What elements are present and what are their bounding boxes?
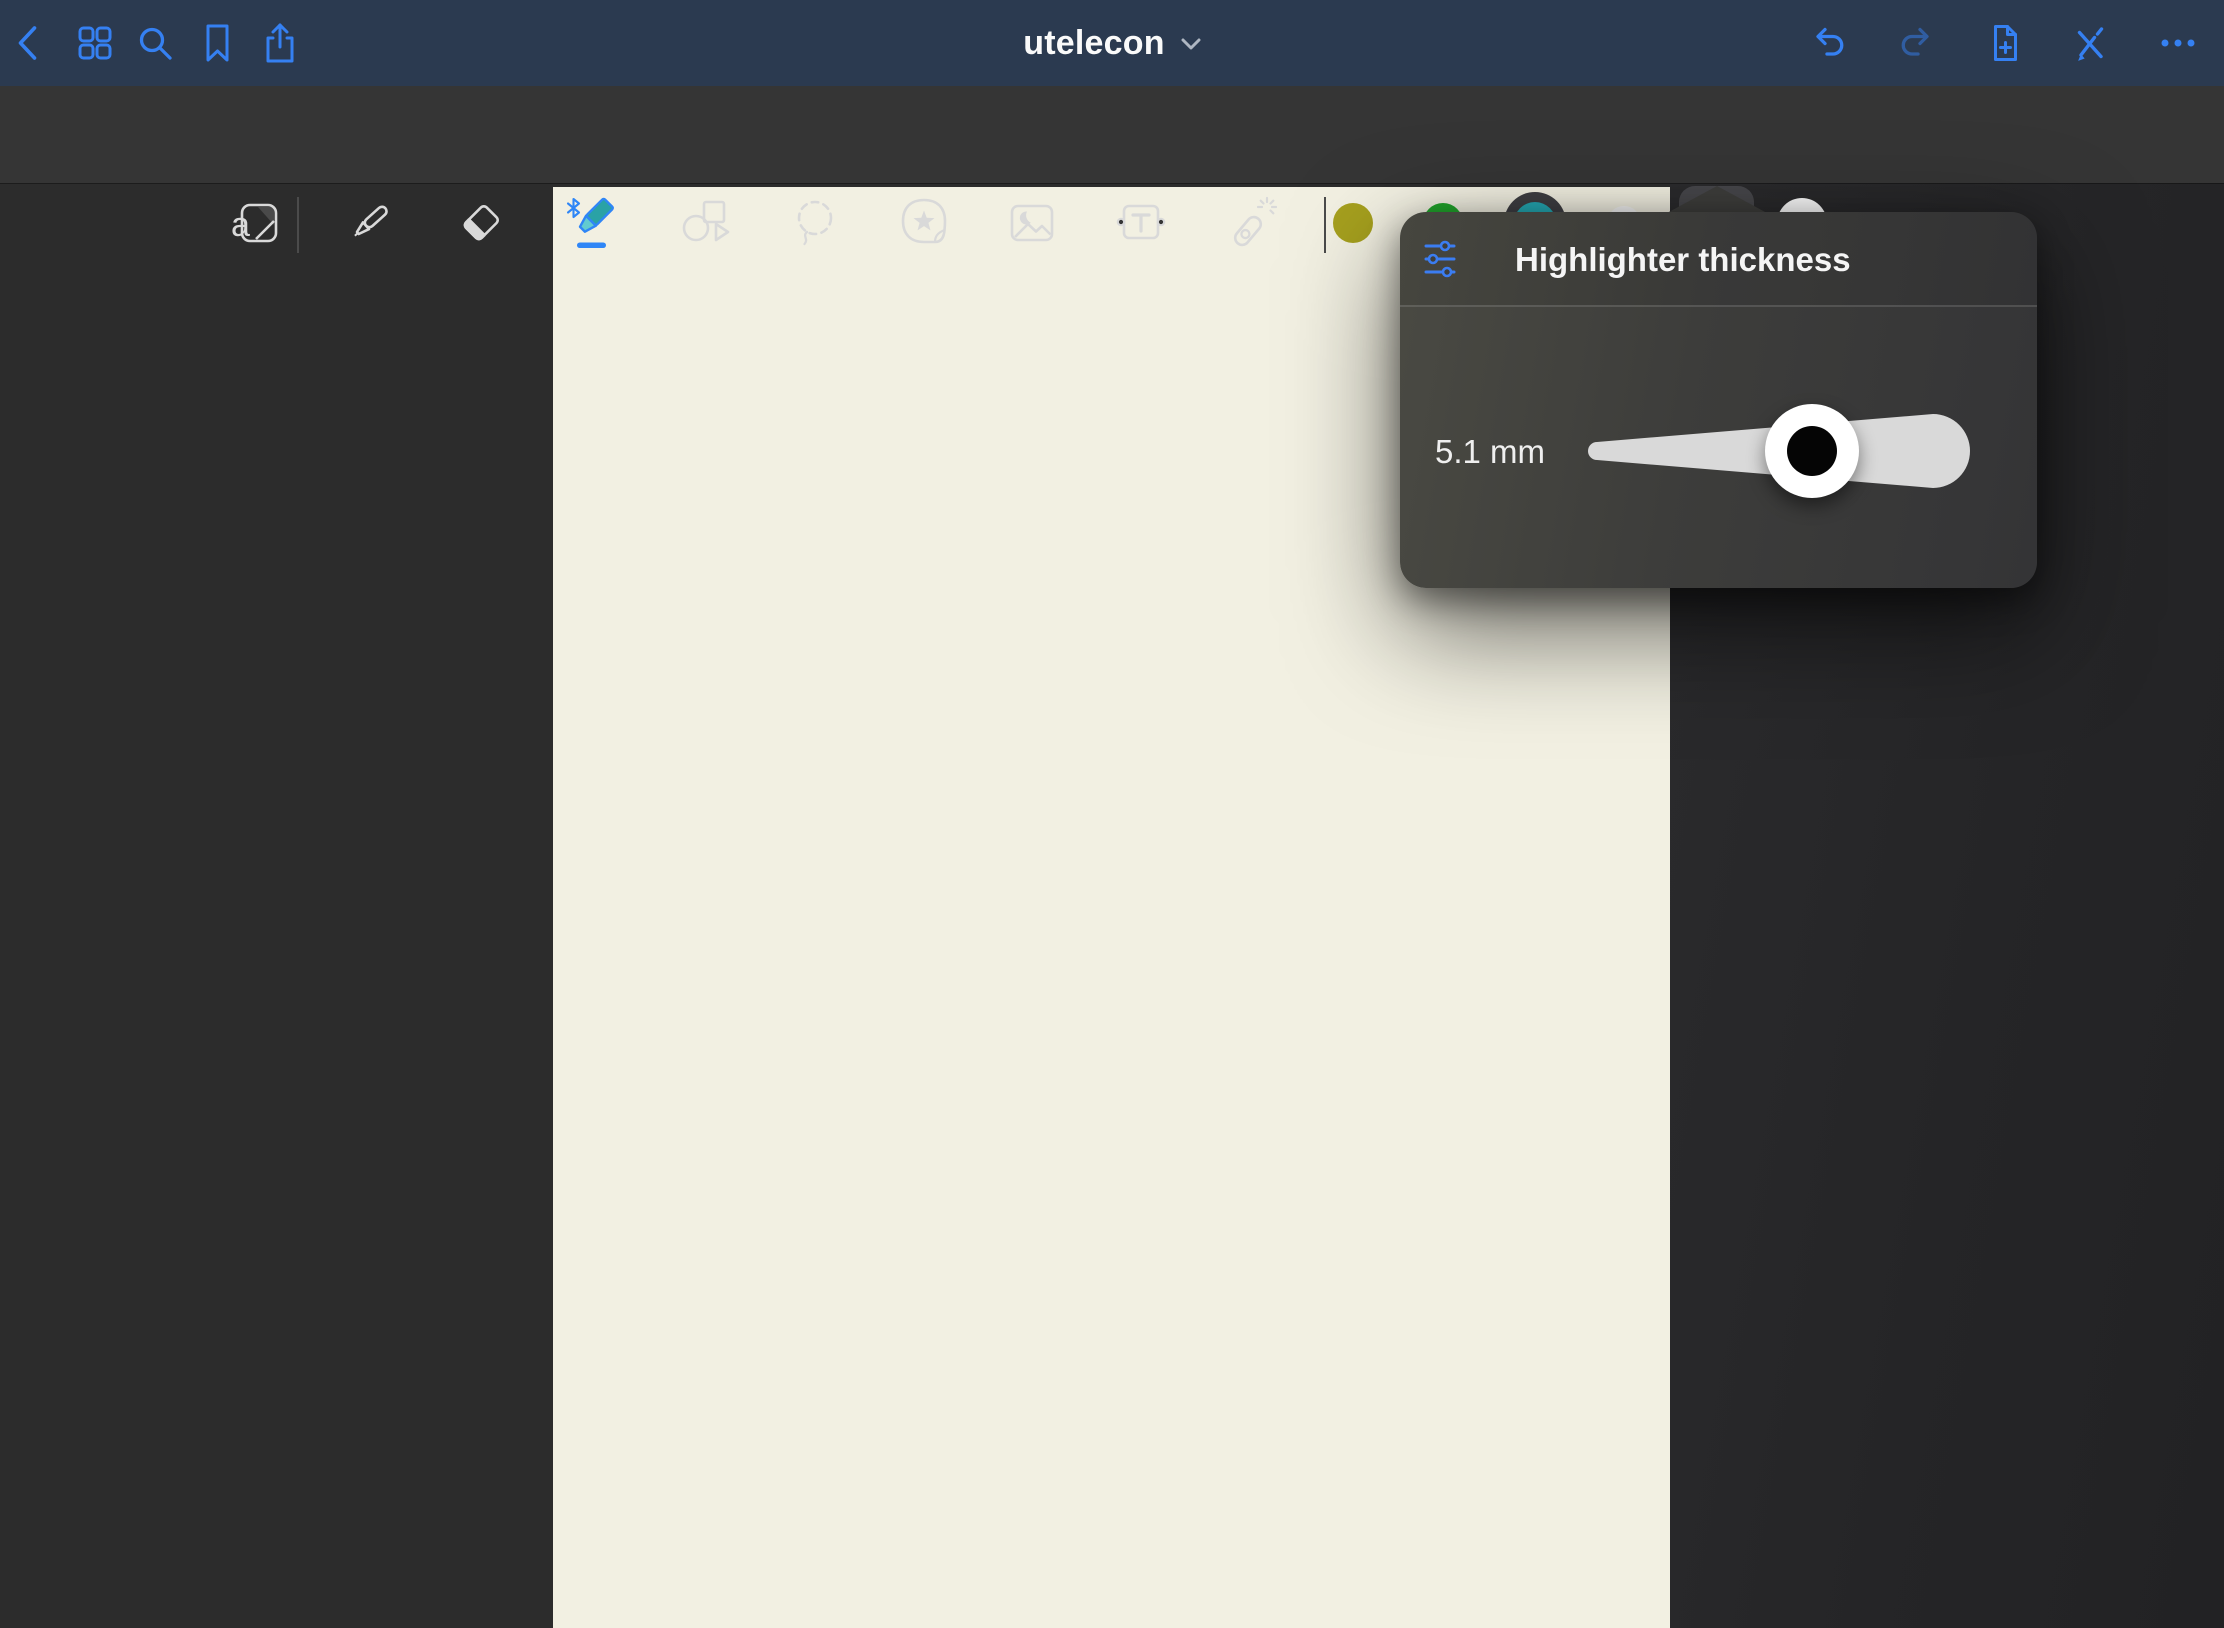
bluetooth-icon (568, 199, 579, 217)
color-swatch-yellow[interactable] (1333, 203, 1373, 243)
toolbar-divider (1324, 197, 1326, 253)
text-icon (1113, 195, 1169, 251)
add-page-icon (1983, 21, 2027, 65)
elements-sticker-icon (897, 195, 953, 251)
thickness-slider-knob[interactable] (1765, 404, 1859, 498)
page-thumbnails-button[interactable] (73, 21, 117, 65)
crossed-pen-icon (2068, 21, 2112, 65)
stop-editing-button[interactable] (2068, 21, 2112, 65)
elements-tool[interactable] (897, 195, 953, 251)
moon-icon (1020, 211, 1031, 224)
ellipsis-icon (2156, 21, 2200, 65)
laser-pointer-icon (1224, 195, 1280, 251)
bookmark-icon (196, 21, 240, 65)
shapes-tool[interactable] (677, 195, 733, 251)
zoom-window-tool[interactable]: a (228, 195, 284, 251)
add-page-button[interactable] (1983, 21, 2027, 65)
title-chevron-down-icon (1181, 38, 1201, 57)
bookmark-button[interactable] (196, 21, 240, 65)
svg-text:a: a (231, 206, 250, 244)
more-button[interactable] (2156, 21, 2200, 65)
shapes-icon (677, 195, 733, 251)
image-icon (1004, 195, 1060, 251)
text-tool[interactable] (1113, 195, 1169, 251)
thickness-value-label: 5.1 mm (1435, 417, 1575, 487)
eraser-tool[interactable] (453, 195, 509, 251)
zoom-window-icon: a (228, 195, 284, 251)
search-button[interactable] (133, 21, 177, 65)
toolbar-divider (297, 197, 299, 253)
redo-icon (1895, 21, 1939, 65)
undo-button[interactable] (1806, 21, 1850, 65)
share-icon (258, 21, 302, 65)
popover-title: Highlighter thickness (1515, 212, 1851, 307)
eraser-icon (453, 195, 509, 251)
search-icon (133, 21, 177, 65)
tool-ribbon: a (0, 86, 2224, 183)
app-screen: utelecon a (0, 0, 2224, 1628)
popover-header: Highlighter thickness (1400, 212, 2037, 307)
popover-caret (1667, 186, 1767, 213)
pen-icon (341, 195, 397, 251)
lasso-tool[interactable] (787, 195, 843, 251)
document-title[interactable]: utelecon (1023, 24, 1164, 63)
laser-pointer-tool[interactable] (1224, 195, 1280, 251)
sliders-settings-icon (1423, 239, 1457, 279)
highlighter-icon (565, 195, 621, 251)
thickness-slider-knob-center (1787, 426, 1837, 476)
lasso-icon (787, 195, 843, 251)
highlighter-thickness-popover: Highlighter thickness 5.1 mm (1400, 212, 2037, 588)
grid-icon (73, 21, 117, 65)
highlighter-tool-selected[interactable] (565, 195, 621, 251)
back-button[interactable] (8, 21, 52, 65)
share-button[interactable] (258, 21, 302, 65)
top-navigation-bar: utelecon (0, 0, 2224, 86)
redo-button[interactable] (1895, 21, 1939, 65)
undo-icon (1806, 21, 1850, 65)
image-tool[interactable] (1004, 195, 1060, 251)
pen-tool[interactable] (341, 195, 397, 251)
back-chevron-icon (8, 21, 52, 65)
